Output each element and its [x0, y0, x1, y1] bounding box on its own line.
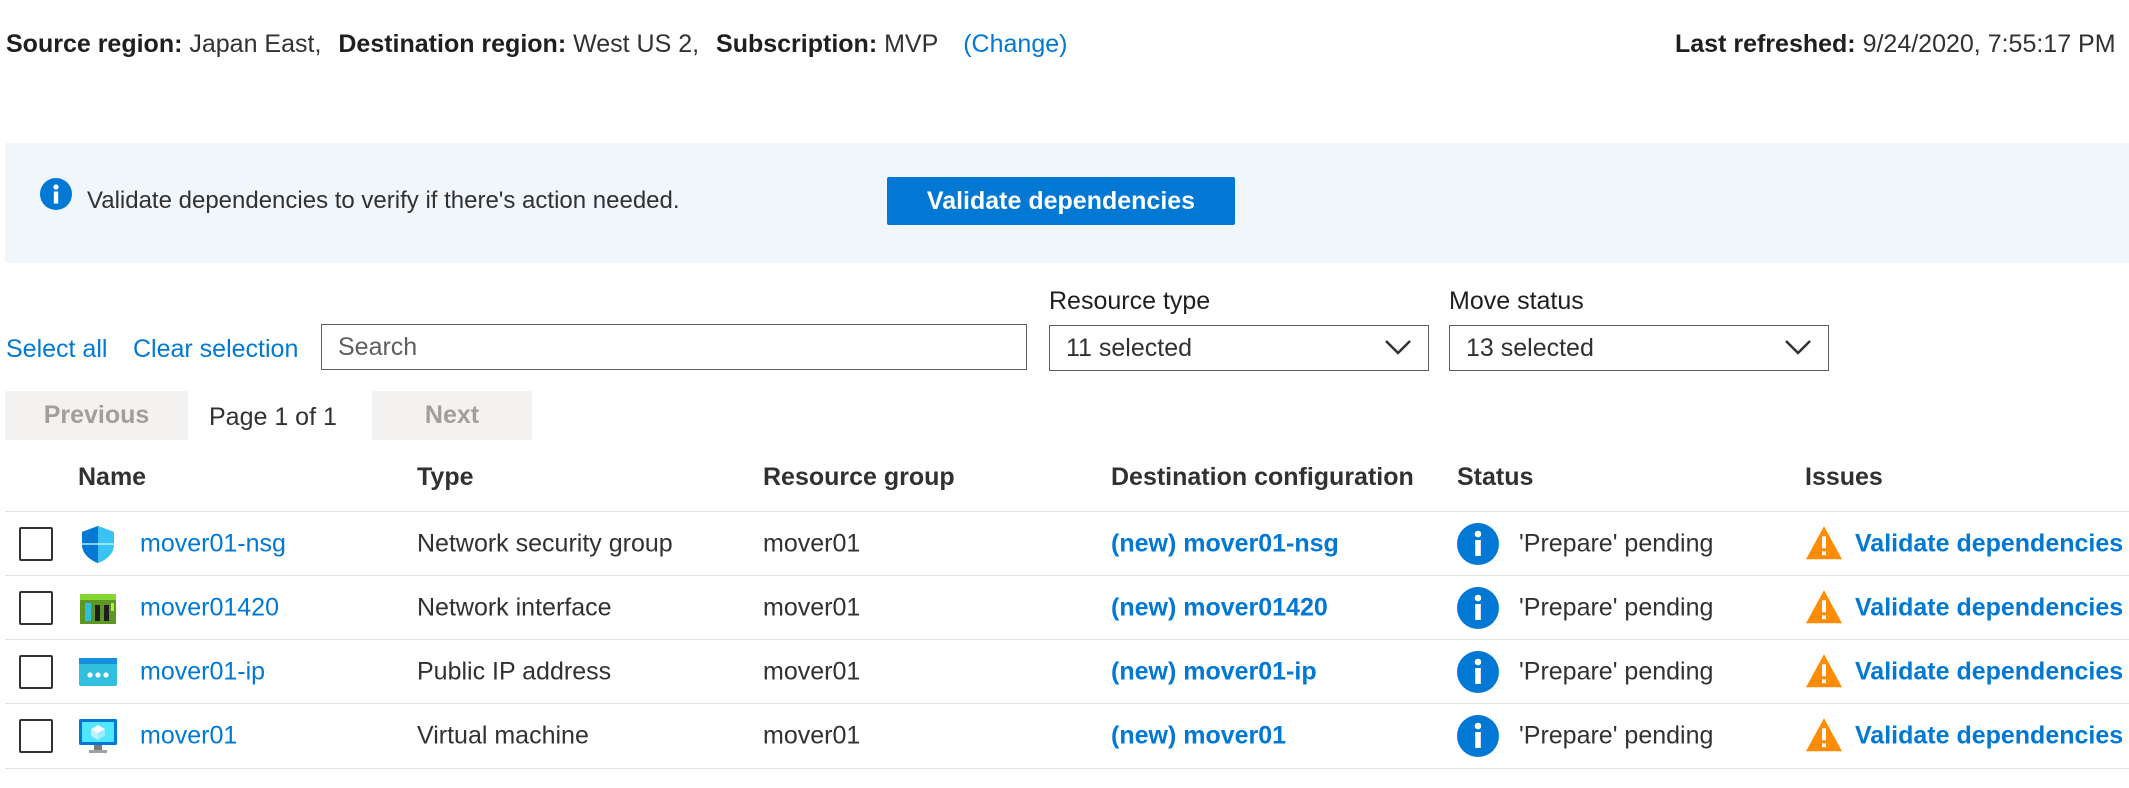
resource-name-link[interactable]: mover01-ip: [140, 658, 265, 687]
warning-icon: [1805, 653, 1843, 689]
last-refreshed-value: 9/24/2020, 7:55:17 PM: [1862, 30, 2116, 58]
resource-type-dropdown[interactable]: 11 selected: [1049, 325, 1429, 371]
banner-message: Validate dependencies to verify if there…: [87, 187, 680, 214]
info-icon: [40, 178, 72, 210]
subscription-value: MVP: [884, 30, 939, 58]
row-checkbox[interactable]: [19, 591, 53, 625]
validate-dependencies-link[interactable]: Validate dependencies: [1855, 594, 2123, 623]
resource-name-link[interactable]: mover01-nsg: [140, 530, 286, 559]
validate-dependencies-link[interactable]: Validate dependencies: [1855, 530, 2123, 559]
column-header-issues[interactable]: Issues: [1805, 463, 1883, 492]
table-row: mover01 Virtual machine mover01 (new) mo…: [5, 703, 2129, 769]
destination-configuration-link[interactable]: (new) mover01: [1111, 722, 1286, 751]
resource-name-link[interactable]: mover01: [140, 722, 237, 751]
previous-page-button[interactable]: Previous: [5, 391, 188, 440]
search-input[interactable]: [321, 324, 1027, 370]
column-header-resource-group[interactable]: Resource group: [763, 463, 955, 492]
network-interface-icon: [78, 588, 118, 628]
chevron-down-icon: [1784, 334, 1812, 363]
resource-type: Public IP address: [417, 657, 612, 686]
info-icon: [1457, 651, 1499, 693]
info-icon: [1457, 587, 1499, 629]
validate-dependencies-link[interactable]: Validate dependencies: [1855, 722, 2123, 751]
move-status: 'Prepare' pending: [1519, 721, 1714, 750]
destination-region-value: West US 2,: [573, 30, 700, 58]
move-status-label: Move status: [1449, 287, 1584, 315]
resource-group: mover01: [763, 721, 861, 750]
validate-dependencies-link[interactable]: Validate dependencies: [1855, 658, 2123, 687]
row-checkbox[interactable]: [19, 655, 53, 689]
column-header-type[interactable]: Type: [417, 463, 474, 492]
destination-configuration-link[interactable]: (new) mover01-nsg: [1111, 530, 1339, 559]
validate-dependencies-button[interactable]: Validate dependencies: [887, 177, 1235, 225]
destination-configuration-link[interactable]: (new) mover01-ip: [1111, 658, 1317, 687]
move-status-dropdown[interactable]: 13 selected: [1449, 325, 1829, 371]
source-region-value: Japan East,: [189, 30, 322, 58]
move-status: 'Prepare' pending: [1519, 529, 1714, 558]
resource-name-link[interactable]: mover01420: [140, 594, 279, 623]
last-refreshed-label: Last refreshed:: [1675, 30, 1856, 58]
column-header-name[interactable]: Name: [78, 463, 146, 492]
column-header-status[interactable]: Status: [1457, 463, 1533, 492]
resource-type-value: 11 selected: [1066, 333, 1193, 362]
last-refreshed: Last refreshed: 9/24/2020, 7:55:17 PM: [1675, 30, 2116, 59]
subscription-label: Subscription:: [716, 30, 878, 58]
resource-group: mover01: [763, 657, 861, 686]
resource-type: Network interface: [417, 593, 612, 622]
chevron-down-icon: [1384, 334, 1412, 363]
select-all-link[interactable]: Select all: [6, 335, 107, 364]
row-checkbox[interactable]: [19, 719, 53, 753]
resource-type: Network security group: [417, 529, 673, 558]
info-icon: [1457, 523, 1499, 565]
clear-selection-link[interactable]: Clear selection: [133, 335, 298, 364]
next-page-button[interactable]: Next: [372, 391, 532, 440]
source-region-label: Source region:: [6, 30, 183, 58]
warning-icon: [1805, 717, 1843, 753]
resource-type-label: Resource type: [1049, 287, 1211, 315]
network-security-group-icon: [78, 524, 118, 564]
table-row: mover01-ip Public IP address mover01 (ne…: [5, 639, 2129, 704]
resource-type: Virtual machine: [417, 721, 589, 750]
destination-region-label: Destination region:: [338, 30, 567, 58]
region-summary: Source region: Japan East, Destination r…: [6, 30, 1067, 59]
warning-icon: [1805, 525, 1843, 561]
table-row: mover01420 Network interface mover01 (ne…: [5, 575, 2129, 640]
move-status: 'Prepare' pending: [1519, 657, 1714, 686]
info-icon: [1457, 715, 1499, 757]
virtual-machine-icon: [78, 716, 118, 756]
page-indicator: Page 1 of 1: [209, 403, 337, 431]
warning-icon: [1805, 589, 1843, 625]
table-row: mover01-nsg Network security group mover…: [5, 511, 2129, 576]
public-ip-address-icon: [78, 652, 118, 692]
move-status: 'Prepare' pending: [1519, 593, 1714, 622]
resource-group: mover01: [763, 593, 861, 622]
resource-group: mover01: [763, 529, 861, 558]
row-checkbox[interactable]: [19, 527, 53, 561]
column-header-destination-configuration[interactable]: Destination configuration: [1111, 463, 1414, 492]
move-status-value: 13 selected: [1466, 333, 1594, 362]
change-subscription-link[interactable]: (Change): [963, 30, 1067, 58]
destination-configuration-link[interactable]: (new) mover01420: [1111, 594, 1328, 623]
